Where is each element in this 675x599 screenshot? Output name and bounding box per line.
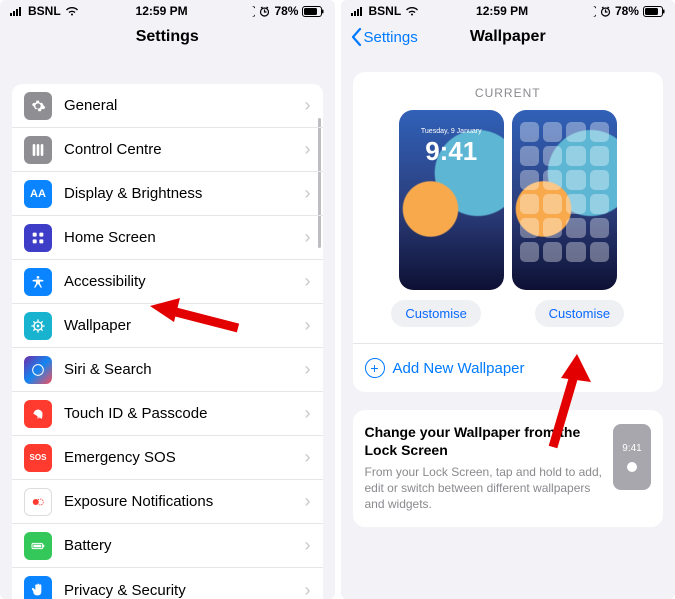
preview-time: 9:41 <box>399 136 504 167</box>
battery-icon <box>643 6 665 17</box>
hand-icon <box>24 576 52 599</box>
wifi-icon <box>65 6 79 16</box>
row-general[interactable]: General › <box>12 84 323 128</box>
row-emergency-sos[interactable]: SOS Emergency SOS › <box>12 436 323 480</box>
back-button[interactable]: Settings <box>351 28 418 46</box>
touch-indicator-icon <box>627 462 637 472</box>
row-label: General <box>64 97 305 114</box>
settings-list: General › Control Centre › AA Display & … <box>12 84 323 599</box>
customise-home-button[interactable]: Customise <box>535 300 624 327</box>
battery-pct: 78% <box>615 4 639 18</box>
chevron-right-icon: › <box>305 491 311 512</box>
row-home-screen[interactable]: Home Screen › <box>12 216 323 260</box>
row-label: Display & Brightness <box>64 185 305 202</box>
row-label: Emergency SOS <box>64 449 305 466</box>
row-touchid-passcode[interactable]: Touch ID & Passcode › <box>12 392 323 436</box>
chevron-right-icon: › <box>305 139 311 160</box>
clock: 12:59 PM <box>136 4 188 18</box>
row-label: Control Centre <box>64 141 305 158</box>
row-battery[interactable]: Battery › <box>12 524 323 568</box>
grid-icon <box>24 224 52 252</box>
row-label: Exposure Notifications <box>64 493 305 510</box>
siri-icon <box>24 356 52 384</box>
moon-icon <box>244 6 255 17</box>
annotation-arrow-wallpaper <box>150 298 240 338</box>
chevron-right-icon: › <box>305 580 311 599</box>
current-heading: CURRENT <box>365 86 652 100</box>
signal-icon <box>10 6 24 16</box>
nav-bar: Settings Wallpaper <box>341 20 675 54</box>
info-thumbnail: 9:41 <box>613 424 651 490</box>
page-title: Settings <box>136 28 199 46</box>
chevron-right-icon: › <box>305 227 311 248</box>
chevron-right-icon: › <box>305 447 311 468</box>
carrier-label: BSNL <box>369 4 402 18</box>
moon-icon <box>585 6 596 17</box>
battery-pct: 78% <box>274 4 298 18</box>
row-label: Accessibility <box>64 273 305 290</box>
status-bar: BSNL 12:59 PM 78% <box>0 0 335 20</box>
fingerprint-icon <box>24 400 52 428</box>
add-wallpaper-button[interactable]: + Add New Wallpaper <box>365 354 652 380</box>
preview-day: Tuesday, 9 January <box>399 128 504 135</box>
alarm-icon <box>600 6 611 17</box>
nav-bar: Settings <box>0 20 335 54</box>
battery-icon <box>302 6 324 17</box>
row-label: Touch ID & Passcode <box>64 405 305 422</box>
chevron-right-icon: › <box>305 271 311 292</box>
signal-icon <box>351 6 365 16</box>
accessibility-icon <box>24 268 52 296</box>
battery-icon <box>24 532 52 560</box>
row-label: Privacy & Security <box>64 582 305 599</box>
status-bar: BSNL 12:59 PM 78% <box>341 0 675 20</box>
chevron-right-icon: › <box>305 183 311 204</box>
info-card: Change your Wallpaper from the Lock Scre… <box>353 410 664 527</box>
back-label: Settings <box>364 29 418 46</box>
exposure-icon <box>24 488 52 516</box>
alarm-icon <box>259 6 270 17</box>
chevron-left-icon <box>351 28 362 46</box>
row-control-centre[interactable]: Control Centre › <box>12 128 323 172</box>
row-siri-search[interactable]: Siri & Search › <box>12 348 323 392</box>
chevron-right-icon: › <box>305 535 311 556</box>
text-size-icon: AA <box>24 180 52 208</box>
sliders-icon <box>24 136 52 164</box>
info-body: From your Lock Screen, tap and hold to a… <box>365 464 604 513</box>
wallpaper-screen: BSNL 12:59 PM 78% Settings Wallpaper CUR… <box>341 0 675 599</box>
carrier-label: BSNL <box>28 4 61 18</box>
home-screen-preview[interactable] <box>512 110 617 290</box>
chevron-right-icon: › <box>305 403 311 424</box>
gear-icon <box>24 92 52 120</box>
row-display-brightness[interactable]: AA Display & Brightness › <box>12 172 323 216</box>
clock: 12:59 PM <box>476 4 528 18</box>
annotation-arrow-customise <box>543 354 593 449</box>
row-exposure-notifications[interactable]: Exposure Notifications › <box>12 480 323 524</box>
lock-screen-preview[interactable]: Tuesday, 9 January 9:41 <box>399 110 504 290</box>
flower-icon <box>24 312 52 340</box>
chevron-right-icon: › <box>305 315 311 336</box>
sos-icon: SOS <box>24 444 52 472</box>
current-wallpaper-card: CURRENT Tuesday, 9 January 9:41 Customis… <box>353 72 664 392</box>
page-title: Wallpaper <box>470 28 546 46</box>
chevron-right-icon: › <box>305 95 311 116</box>
divider <box>353 343 664 344</box>
row-label: Battery <box>64 537 305 554</box>
add-label: Add New Wallpaper <box>393 360 525 377</box>
row-label: Home Screen <box>64 229 305 246</box>
row-privacy-security[interactable]: Privacy & Security › <box>12 568 323 599</box>
chevron-right-icon: › <box>305 359 311 380</box>
thumb-time: 9:41 <box>622 443 641 454</box>
plus-icon: + <box>365 358 385 378</box>
customise-lock-button[interactable]: Customise <box>391 300 480 327</box>
wifi-icon <box>405 6 419 16</box>
row-label: Siri & Search <box>64 361 305 378</box>
